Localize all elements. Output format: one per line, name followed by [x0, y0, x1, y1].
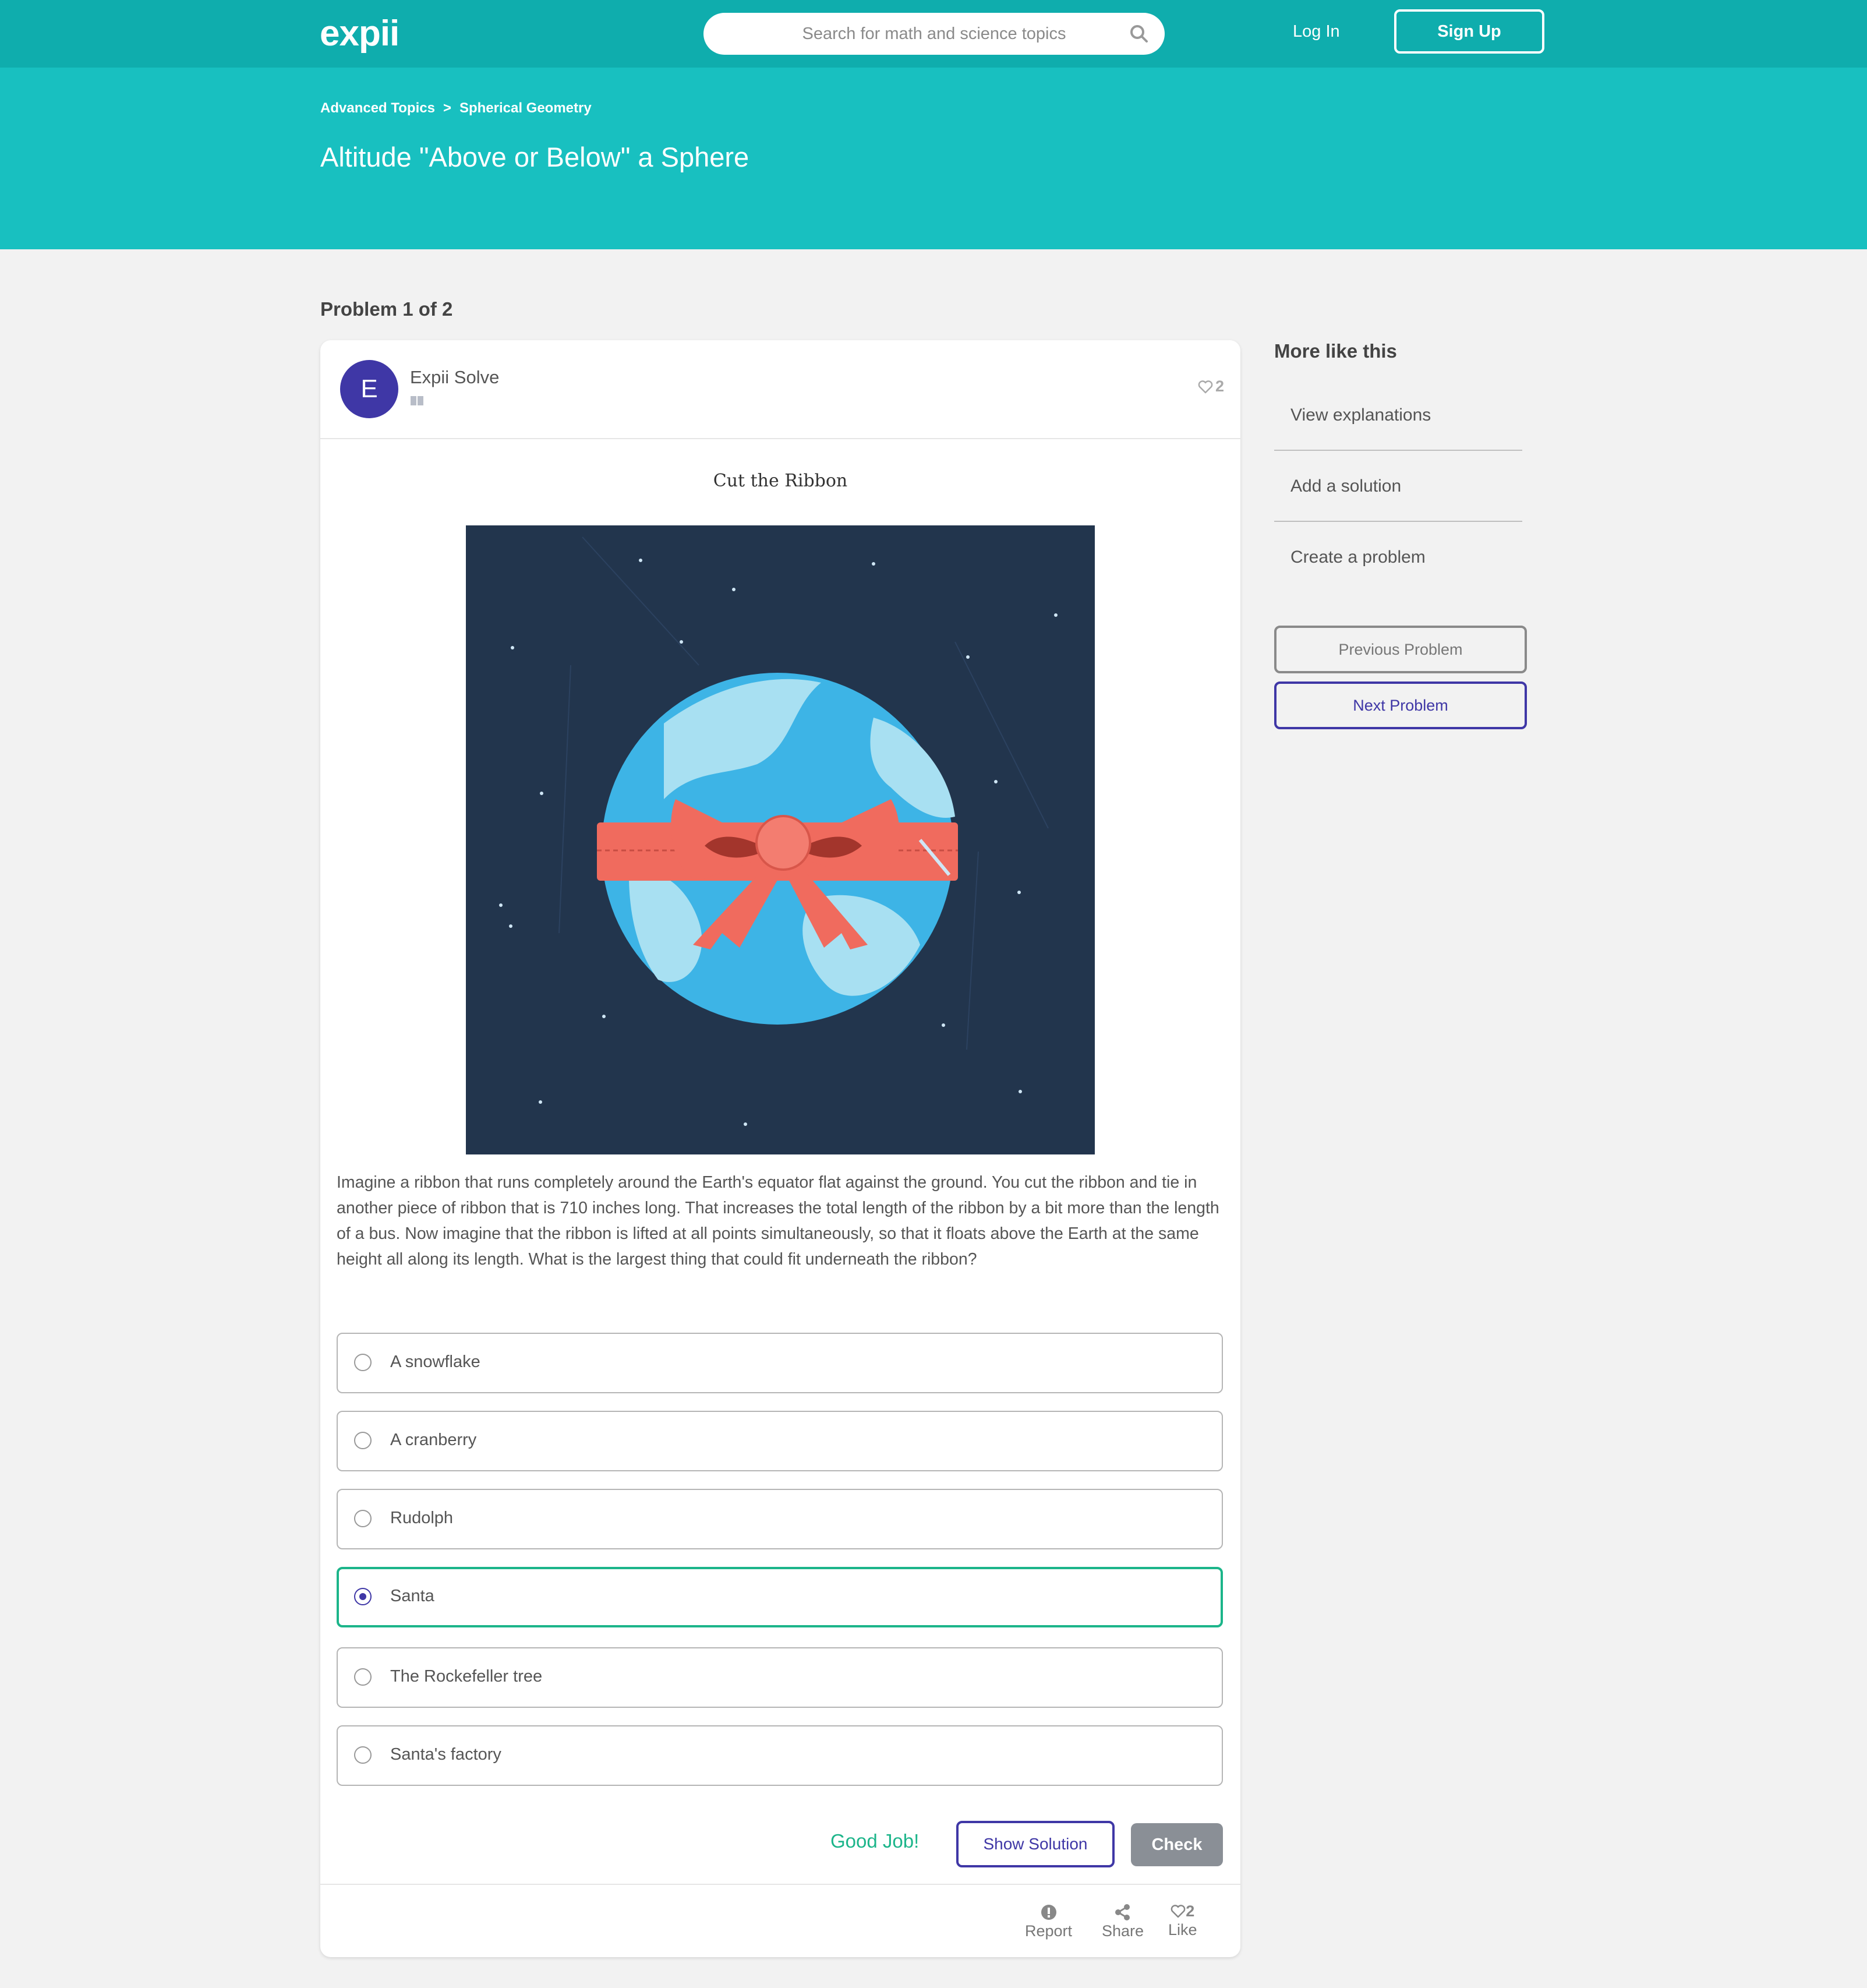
report-label: Report	[1025, 1922, 1073, 1940]
problem-counter: Problem 1 of 2	[320, 298, 453, 320]
answer-option-rudolph[interactable]: Rudolph	[337, 1489, 1223, 1549]
option-label: Santa's factory	[390, 1745, 501, 1764]
answer-option-rockefeller-tree[interactable]: The Rockefeller tree	[337, 1647, 1223, 1708]
card-like-number: 2	[1215, 377, 1224, 395]
feedback-message: Good Job!	[830, 1830, 920, 1852]
heart-icon	[1171, 1905, 1186, 1918]
question-text: Imagine a ribbon that runs completely ar…	[337, 1173, 1219, 1269]
breadcrumb: Advanced Topics > Spherical Geometry	[320, 100, 592, 116]
breadcrumb-advanced-topics[interactable]: Advanced Topics	[320, 100, 435, 116]
top-nav: expii Search for math and science topics…	[0, 0, 1867, 68]
like-icon-row: 2	[1168, 1901, 1197, 1921]
report-button[interactable]: Report	[1025, 1902, 1072, 1940]
previous-problem-button[interactable]: Previous Problem	[1274, 626, 1527, 673]
breadcrumb-separator: >	[443, 100, 451, 116]
search-placeholder: Search for math and science topics	[802, 24, 1066, 43]
page-title: Altitude "Above or Below" a Sphere	[320, 142, 749, 172]
heart-icon	[1198, 380, 1213, 394]
share-label: Share	[1102, 1922, 1144, 1940]
card-like-count[interactable]: 2	[1198, 377, 1224, 396]
like-count: 2	[1186, 1902, 1195, 1920]
sidebar-item-view-explanations[interactable]: View explanations	[1274, 380, 1522, 451]
radio-button[interactable]	[354, 1432, 372, 1449]
image-title: Cut the Ribbon	[713, 471, 848, 491]
check-button[interactable]: Check	[1131, 1823, 1223, 1866]
answer-option-a-cranberry[interactable]: A cranberry	[337, 1411, 1223, 1471]
option-label: A cranberry	[390, 1431, 477, 1449]
radio-dot	[359, 1593, 366, 1600]
divider	[320, 1884, 1240, 1885]
show-solution-button[interactable]: Show Solution	[956, 1821, 1115, 1867]
next-problem-button[interactable]: Next Problem	[1274, 682, 1527, 729]
answer-option-santas-factory[interactable]: Santa's factory	[337, 1725, 1223, 1786]
share-button[interactable]: Share	[1102, 1902, 1144, 1940]
answer-option-a-snowflake[interactable]: A snowflake	[337, 1333, 1223, 1393]
login-link[interactable]: Log In	[1293, 22, 1340, 41]
radio-button[interactable]	[354, 1668, 372, 1686]
sidebar-item-label: Create a problem	[1290, 548, 1426, 567]
sidebar-item-label: View explanations	[1290, 405, 1431, 425]
option-label: Santa	[390, 1587, 434, 1605]
avatar[interactable]: E	[340, 360, 398, 418]
radio-button[interactable]	[354, 1510, 372, 1527]
problem-card: E Expii Solve 2 Cut the Ribbon Imagine a…	[320, 340, 1240, 1957]
book-icon	[411, 396, 423, 405]
option-label: Rudolph	[390, 1509, 454, 1527]
radio-button[interactable]	[354, 1354, 372, 1371]
earth-ribbon-illustration	[466, 525, 1095, 1154]
search-input[interactable]: Search for math and science topics	[703, 13, 1165, 55]
like-button[interactable]: 2 Like	[1168, 1901, 1197, 1939]
author-name[interactable]: Expii Solve	[410, 367, 499, 388]
sidebar-item-add-solution[interactable]: Add a solution	[1274, 451, 1522, 522]
sidebar-item-label: Add a solution	[1290, 476, 1402, 496]
hero-banner: Advanced Topics > Spherical Geometry Altit…	[0, 68, 1867, 249]
sidebar-item-create-problem[interactable]: Create a problem	[1274, 522, 1522, 592]
divider	[320, 438, 1240, 439]
radio-button[interactable]	[354, 1746, 372, 1764]
breadcrumb-spherical-geometry[interactable]: Spherical Geometry	[459, 100, 592, 116]
share-icon	[1115, 1904, 1130, 1920]
radio-button-selected[interactable]	[354, 1588, 372, 1605]
option-label: The Rockefeller tree	[390, 1667, 543, 1686]
signup-button[interactable]: Sign Up	[1394, 9, 1544, 54]
alert-icon	[1041, 1905, 1056, 1920]
option-label: A snowflake	[390, 1353, 480, 1371]
search-icon[interactable]	[1129, 23, 1150, 44]
like-label: Like	[1168, 1921, 1197, 1938]
answer-option-santa[interactable]: Santa	[337, 1567, 1223, 1627]
sidebar-title: More like this	[1274, 340, 1397, 362]
expii-logo[interactable]: expii	[320, 13, 399, 54]
